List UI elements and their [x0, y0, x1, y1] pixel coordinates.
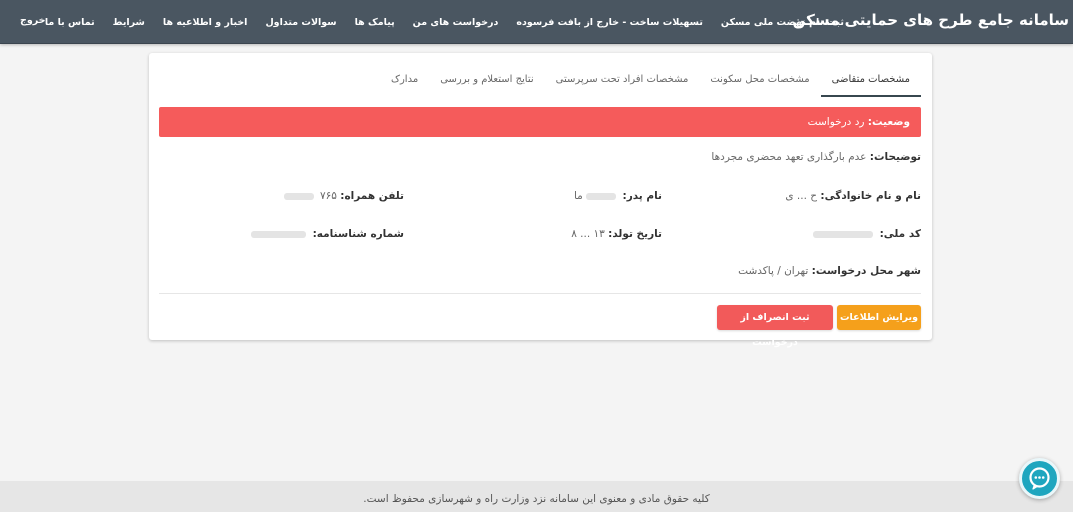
- nav-conditions[interactable]: شرایط: [104, 17, 154, 28]
- request-details-card: مشخصات متقاضی مشخصات محل سکونت مشخصات اف…: [149, 53, 932, 348]
- redacted-value: [813, 230, 874, 238]
- city-row: شهر محل درخواست: تهران / پاکدشت: [738, 265, 921, 277]
- nav-sms[interactable]: پیامک ها: [346, 17, 404, 28]
- description-label: توضیحات:: [869, 151, 921, 163]
- fullname-row: نام و نام خانوادگی: ح ... ی: [785, 190, 921, 202]
- father-row: نام پدر: ما: [574, 190, 662, 202]
- nav-news[interactable]: اخبار و اطلاعیه ها: [154, 17, 257, 28]
- id-number-label: شماره شناسنامه:: [312, 228, 404, 240]
- city-value: تهران / پاکدشت: [738, 265, 809, 277]
- redacted-value: [251, 230, 307, 238]
- description-row: توضیحات: عدم بارگذاری تعهد محضری مجردها: [711, 151, 921, 163]
- tab-inquiry-results[interactable]: نتایج استعلام و بررسی: [429, 65, 544, 97]
- city-label: شهر محل درخواست:: [811, 265, 921, 277]
- redacted-value: [586, 192, 617, 200]
- tab-applicant[interactable]: مشخصات متقاضی: [820, 65, 921, 97]
- logout-link[interactable]: خروج: [20, 15, 46, 26]
- birthdate-value: ۱۳ ... ۸: [571, 228, 605, 240]
- tab-dependents[interactable]: مشخصات افراد تحت سرپرستی: [545, 65, 700, 97]
- mobile-row: تلفن همراه: ۷۶۵: [283, 190, 404, 202]
- tab-documents[interactable]: مدارک: [380, 65, 429, 97]
- id-number-row: شماره شناسنامه:: [251, 228, 404, 240]
- mobile-label: تلفن همراه:: [340, 190, 404, 202]
- cancel-request-button[interactable]: ثبت انصراف از درخواست: [717, 305, 833, 348]
- nav-contact[interactable]: تماس با ما: [36, 17, 104, 28]
- national-code-row: کد ملی:: [813, 228, 921, 240]
- birthdate-row: تاریخ تولد: ۱۳ ... ۸: [571, 228, 662, 240]
- chat-bubble-icon: [1029, 467, 1050, 490]
- footer-copyright: کلیه حقوق مادی و معنوی این سامانه نزد وز…: [0, 481, 1073, 512]
- fullname-label: نام و نام خانوادگی:: [820, 190, 921, 202]
- national-code-label: کد ملی:: [879, 228, 921, 240]
- status-label: وضعیت:: [867, 116, 910, 128]
- description-value: عدم بارگذاری تعهد محضری مجردها: [711, 151, 867, 163]
- chat-widget-button[interactable]: [1019, 458, 1060, 499]
- nav-faq[interactable]: سوالات متداول: [256, 17, 345, 28]
- tab-bar: مشخصات متقاضی مشخصات محل سکونت مشخصات اف…: [380, 65, 921, 97]
- father-value: ما: [573, 190, 583, 202]
- nav-construction-loans[interactable]: تسهیلات ساخت - خارج از بافت فرسوده: [507, 17, 712, 28]
- tab-residence[interactable]: مشخصات محل سکونت: [699, 65, 820, 97]
- nav-my-requests[interactable]: درخواست های من: [404, 17, 508, 28]
- edit-info-button[interactable]: ویرایش اطلاعات: [837, 305, 921, 330]
- status-value: رد درخواست: [807, 116, 865, 128]
- status-banner: وضعیت: رد درخواست: [159, 107, 921, 137]
- main-nav: ثبت نام نهضت ملی مسکن تسهیلات ساخت - خار…: [36, 0, 853, 44]
- nav-national-housing[interactable]: ثبت نام نهضت ملی مسکن: [712, 17, 853, 28]
- top-navbar: سامانه جامع طرح های حمایتی مسکن ثبت نام …: [0, 0, 1073, 44]
- birthdate-label: تاریخ تولد:: [608, 228, 662, 240]
- section-divider: [159, 293, 921, 294]
- mobile-value: ۷۶۵: [319, 190, 337, 202]
- fullname-value: ح ... ی: [785, 190, 818, 202]
- redacted-value: [283, 192, 314, 200]
- father-label: نام پدر:: [622, 190, 663, 202]
